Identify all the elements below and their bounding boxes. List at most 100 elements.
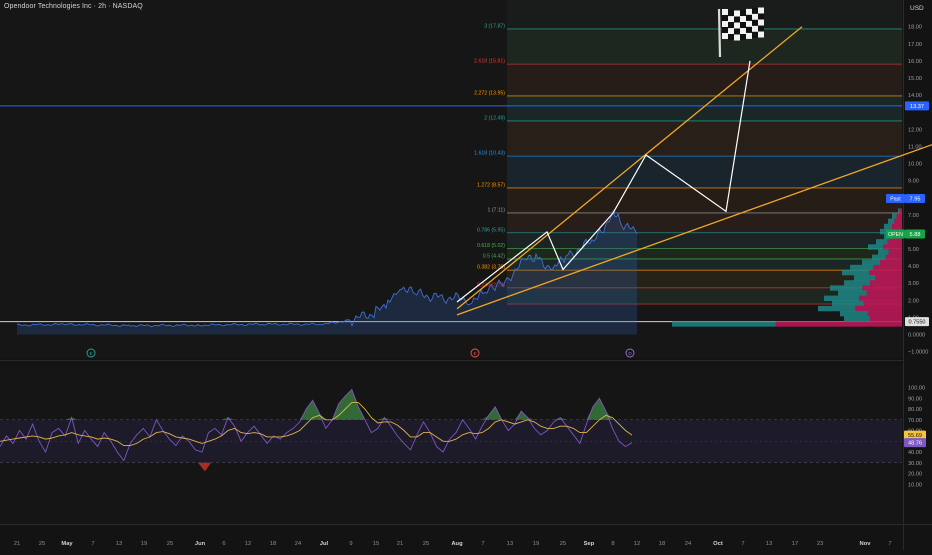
price-tick-label: 2.00	[908, 298, 919, 304]
flag-square	[740, 10, 746, 17]
time-tick-label: 25	[423, 541, 429, 547]
volume-profile-bar	[862, 259, 880, 266]
time-tick-label: Aug	[451, 541, 463, 547]
price-tick-label: 16.00	[908, 59, 922, 65]
symbol-title[interactable]: Opendoor Technologies Inc · 2h · NASDAQ	[4, 3, 143, 10]
flag-square	[758, 19, 764, 26]
rsi-tag-value: 48.76	[908, 441, 922, 447]
fib-level-label: 0.618 (5.02)	[477, 243, 505, 249]
price-tag-value: 13.37	[910, 104, 924, 110]
flag-square	[758, 7, 764, 14]
flag-square	[740, 22, 746, 29]
volume-profile-bar	[892, 223, 902, 230]
time-tick-label: May	[61, 541, 73, 547]
rsi-tick-label: 20.00	[908, 472, 922, 478]
flag-square	[746, 14, 752, 21]
time-tick-label: 12	[245, 541, 251, 547]
rsi-tick-label: 10.00	[908, 482, 922, 488]
fib-level-label: 2 (12.49)	[484, 115, 505, 121]
volume-profile-bar	[854, 275, 876, 281]
fib-level-label: 2.272 (13.95)	[474, 90, 505, 96]
volume-profile-bar	[870, 316, 902, 322]
price-tick-label: 12.00	[908, 127, 922, 133]
flag-square	[728, 28, 734, 35]
flag-square	[728, 10, 734, 17]
volume-profile-bar	[862, 285, 902, 291]
fib-zone	[507, 156, 902, 188]
rsi-tick-label: 100.00	[908, 386, 925, 392]
volume-profile-bar	[873, 264, 902, 271]
time-tick-label: 12	[634, 541, 640, 547]
flag-square	[734, 16, 740, 23]
flag-square	[752, 31, 758, 38]
chart-canvas[interactable]: 0.236 (2.73)0.382 (3.76)0.5 (4.42)0.618 …	[0, 0, 932, 550]
time-tick-label: 18	[270, 541, 276, 547]
event-marker-label: E	[473, 351, 476, 356]
volume-profile-bar	[859, 295, 902, 301]
fib-zone	[507, 95, 902, 121]
volume-profile-bar	[775, 321, 902, 327]
time-tick-label: 19	[533, 541, 539, 547]
volume-profile-bar	[818, 305, 856, 312]
time-tick-label: Sep	[584, 541, 595, 547]
flag-square	[746, 32, 752, 39]
volume-profile-bar	[672, 321, 776, 327]
time-tick-label: 13	[116, 541, 122, 547]
time-tick-label: Jun	[195, 541, 206, 547]
volume-profile-bar	[876, 239, 888, 245]
flag-square	[734, 34, 740, 41]
volume-profile-bar	[887, 239, 902, 245]
price-tick-label: 14.00	[908, 93, 922, 99]
volume-profile-bar	[872, 254, 886, 260]
volume-profile-bar	[898, 208, 900, 214]
time-tick-label: 13	[766, 541, 772, 547]
volume-profile-bar	[894, 218, 902, 225]
flag-square	[740, 34, 746, 41]
price-tick-label: 9.00	[908, 179, 919, 185]
volume-profile-bar	[842, 269, 869, 276]
price-tag-value: 0.7550	[908, 320, 925, 326]
volume-profile-bar	[832, 300, 864, 307]
flag-square	[758, 25, 764, 32]
fib-level-label: 0.5 (4.42)	[483, 253, 505, 259]
flag-square	[740, 28, 746, 35]
flag-square	[752, 25, 758, 32]
time-tick-label: Nov	[860, 541, 872, 547]
volume-profile-bar	[883, 244, 902, 250]
price-tag-label: OPEN	[888, 232, 903, 238]
price-tick-label: 15.00	[908, 76, 922, 82]
time-tick-label: 24	[295, 541, 302, 547]
fib-level-label: 1.618 (10.43)	[474, 151, 505, 157]
volume-profile-bar	[863, 300, 902, 307]
flag-square	[758, 13, 764, 20]
fib-zone	[507, 232, 902, 249]
flag-square	[746, 20, 752, 27]
time-tick-label: 19	[141, 541, 147, 547]
flag-square	[746, 26, 752, 33]
price-tick-label: 0.0000	[908, 333, 925, 339]
price-tick-label: 7.00	[908, 213, 919, 219]
volume-profile-bar	[885, 254, 902, 260]
time-tick-label: 8	[611, 541, 614, 547]
flag-square	[728, 34, 734, 41]
price-tick-label: 4.00	[908, 264, 919, 270]
chart-root: 0.236 (2.73) 0.382 (3.76) 0.5 (4.42) 0.618 …	[0, 0, 932, 550]
time-tick-label: 7	[741, 541, 744, 547]
price-tag-value: 7.95	[910, 197, 921, 203]
volume-profile-bar	[888, 218, 895, 225]
price-tick-label: 18.00	[908, 25, 922, 31]
volume-profile-bar	[896, 213, 902, 219]
fib-zone	[507, 212, 902, 233]
fib-zone	[507, 187, 902, 213]
time-tick-label: 7	[888, 541, 891, 547]
flag-square	[752, 19, 758, 26]
volume-profile-bar	[880, 259, 902, 266]
volume-profile-bar	[899, 208, 902, 214]
volume-profile-bar	[878, 249, 889, 255]
flag-square	[722, 9, 728, 15]
currency-label: USD	[910, 5, 924, 12]
volume-profile-bar	[884, 223, 893, 230]
rsi-tick-label: 40.00	[908, 450, 922, 456]
price-tick-label: 11.00	[908, 144, 922, 150]
time-tick-label: 15	[373, 541, 379, 547]
